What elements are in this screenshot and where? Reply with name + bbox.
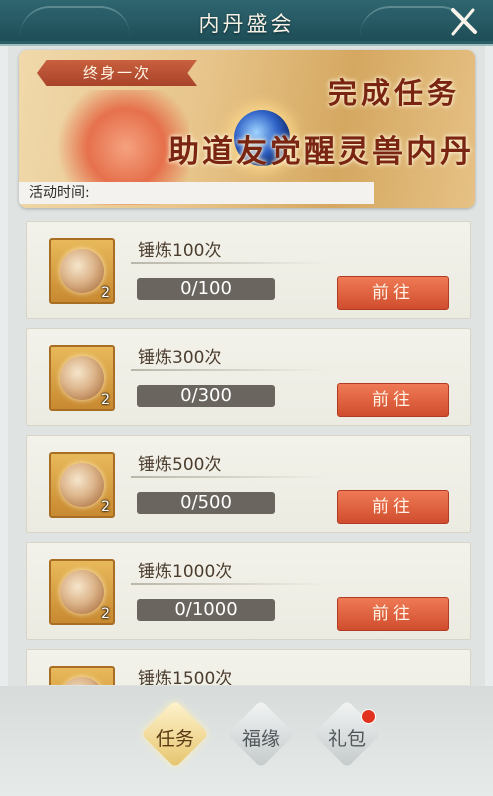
event-time-label: 活动时间: [19,182,374,204]
tab-label: 任务 [155,728,194,750]
reward-quantity: 2 [101,392,110,408]
go-button[interactable]: 前往 [337,490,449,524]
banner-subline: 助道友觉醒灵兽内丹 [168,134,474,170]
task-progress: 0/100 [137,278,275,300]
reward-quantity: 2 [101,285,110,301]
reward-item-icon[interactable]: 2 [49,559,115,625]
window-title: 内丹盛会 [198,12,295,36]
task-card: 锤炼1500次 [26,649,471,685]
reward-item-icon[interactable]: 2 [49,238,115,304]
title-bar: 内丹盛会 [0,0,493,46]
reward-item-icon[interactable]: 2 [49,345,115,411]
go-button[interactable]: 前往 [337,276,449,310]
badge-ribbon: 终身一次 [37,60,197,86]
reward-quantity: 2 [101,606,110,622]
tab-fortune[interactable]: 福缘 [227,700,295,768]
reward-item-icon[interactable]: 2 [49,452,115,518]
pill-icon [60,570,104,614]
event-banner: 终身一次 完成任务 助道友觉醒灵兽内丹 活动时间: [19,50,475,208]
task-name: 锤炼300次 [138,348,222,368]
divider [131,262,327,264]
task-name: 锤炼1500次 [138,669,233,685]
task-card: 2 锤炼300次 0/300 前往 [26,328,471,426]
pill-icon [60,463,104,507]
task-progress: 0/500 [137,492,275,514]
task-card: 2 锤炼1000次 0/1000 前往 [26,542,471,640]
pill-icon [60,356,104,400]
task-progress: 0/300 [137,385,275,407]
task-card: 2 锤炼100次 0/100 前往 [26,221,471,319]
task-card: 2 锤炼500次 0/500 前往 [26,435,471,533]
divider [131,476,327,478]
divider [131,583,327,585]
reward-item-icon[interactable] [49,666,115,685]
banner-headline: 完成任务 [327,76,460,110]
divider [131,369,327,371]
task-progress: 0/1000 [137,599,275,621]
go-button[interactable]: 前往 [337,383,449,417]
close-icon[interactable] [447,6,479,38]
notification-dot [361,709,376,724]
reward-quantity: 2 [101,499,110,515]
task-name: 锤炼500次 [138,455,222,475]
tab-label: 福缘 [241,728,280,750]
task-name: 锤炼100次 [138,241,222,261]
tab-label: 礼包 [327,728,366,750]
tab-tasks[interactable]: 任务 [141,700,209,768]
task-list[interactable]: 2 锤炼100次 0/100 前往 2 锤炼300次 0/300 前往 2 锤炼… [26,221,471,685]
pill-icon [60,249,104,293]
go-button[interactable]: 前往 [337,597,449,631]
pill-icon [60,677,104,685]
task-name: 锤炼1000次 [138,562,233,582]
